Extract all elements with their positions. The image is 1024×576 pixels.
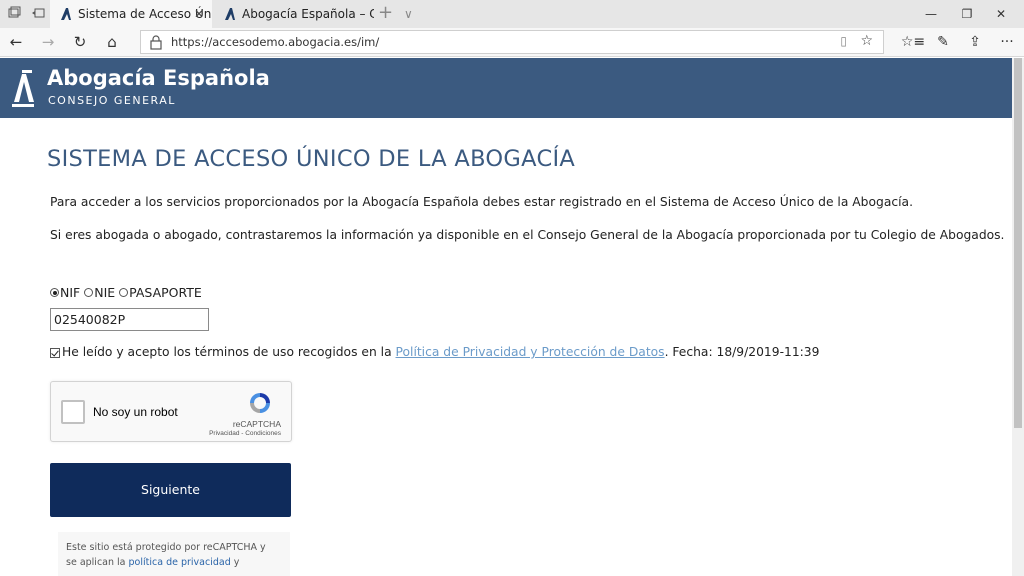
next-button[interactable]: Siguiente (50, 463, 291, 517)
id-type-group: NIF NIE PASAPORTE (50, 284, 202, 300)
radio-nif-label: NIF (60, 285, 81, 300)
tab-sistema-acceso[interactable]: Sistema de Acceso Únic ✕ (50, 0, 212, 28)
recaptcha-widget: No soy un robot reCAPTCHA Privacidad - C… (50, 381, 292, 442)
recaptcha-notice-suffix: y (230, 557, 240, 568)
lawyer-info-paragraph: Si eres abogada o abogado, contrastaremo… (50, 228, 1005, 242)
back-icon[interactable]: ← (0, 28, 32, 56)
terms-row: He leído y acepto los términos de uso re… (50, 345, 819, 359)
radio-nif[interactable] (50, 288, 59, 297)
radio-pasaporte-label: PASAPORTE (129, 285, 202, 300)
window-close-icon[interactable]: ✕ (978, 0, 1024, 28)
tab-bar: Sistema de Acceso Únic ✕ Abogacía Españo… (0, 0, 1024, 28)
brand-title: Abogacía Española (47, 66, 270, 90)
reading-view-icon[interactable]: ▯ (840, 34, 847, 48)
recaptcha-notice: Este sitio está protegido por reCAPTCHA … (58, 532, 290, 576)
radio-pasaporte[interactable] (119, 288, 129, 297)
more-icon[interactable]: ··· (992, 28, 1022, 56)
tab-title: Abogacía Española – Conse (242, 7, 374, 21)
lock-icon (150, 35, 162, 50)
recaptcha-brand: reCAPTCHA (232, 419, 281, 429)
id-number-input[interactable] (50, 308, 209, 331)
tab-close-icon[interactable]: ✕ (194, 0, 204, 28)
new-tab-icon[interactable]: + (378, 0, 393, 26)
privacy-policy-link[interactable]: Política de Privacidad y Protección de D… (396, 345, 665, 359)
web-note-icon[interactable]: ✎ (928, 28, 958, 56)
tab-abogacia-espanola[interactable]: Abogacía Española – Conse (214, 0, 374, 28)
recaptcha-checkbox[interactable] (61, 400, 85, 424)
recaptcha-links[interactable]: Privacidad - Condiciones (209, 430, 281, 437)
recaptcha-label: No soy un robot (93, 405, 178, 419)
page-scrollbar[interactable] (1012, 58, 1024, 576)
tab-dropdown-icon[interactable]: ∨ (404, 0, 413, 28)
intro-paragraph: Para acceder a los servicios proporciona… (50, 195, 913, 209)
brand-subtitle: CONSEJO GENERAL (48, 94, 176, 107)
home-icon[interactable]: ⌂ (96, 28, 128, 56)
recaptcha-notice-prefix: se aplican la (66, 557, 129, 568)
forward-icon[interactable]: → (32, 28, 64, 56)
page-title: SISTEMA DE ACCESO ÚNICO DE LA ABOGACÍA (47, 146, 576, 172)
radio-nie-label: NIE (94, 285, 116, 300)
google-privacy-link[interactable]: política de privacidad (129, 557, 231, 568)
abogacia-favicon-icon (225, 8, 235, 20)
terms-checkbox[interactable] (50, 347, 60, 358)
url-text[interactable]: https://accesodemo.abogacia.es/im/ (171, 31, 379, 53)
page-viewport: Abogacía Española CONSEJO GENERAL SISTEM… (0, 58, 1024, 576)
favorite-star-icon[interactable]: ☆ (860, 33, 873, 49)
recaptcha-notice-line1: Este sitio está protegido por reCAPTCHA … (66, 542, 266, 553)
share-icon[interactable]: ⇪ (960, 28, 990, 56)
terms-suffix: . Fecha: 18/9/2019-11:39 (664, 345, 820, 359)
tab-title: Sistema de Acceso Únic (78, 7, 212, 21)
navigation-bar: ← → ↻ ⌂ https://accesodemo.abogacia.es/i… (0, 28, 1024, 57)
abogacia-favicon-icon (61, 8, 71, 20)
radio-nie[interactable] (84, 288, 94, 297)
recaptcha-logo-icon (250, 393, 270, 413)
favorites-hub-icon[interactable]: ☆≡ (898, 28, 928, 56)
scrollbar-thumb[interactable] (1014, 58, 1022, 428)
refresh-icon[interactable]: ↻ (64, 28, 96, 56)
tab-actions-icon[interactable] (6, 6, 22, 22)
site-header: Abogacía Española CONSEJO GENERAL (0, 58, 1012, 118)
abogacia-logo-icon (12, 70, 34, 107)
set-aside-tabs-icon[interactable] (30, 6, 46, 22)
terms-prefix: He leído y acepto los términos de uso re… (62, 345, 396, 359)
address-bar[interactable]: https://accesodemo.abogacia.es/im/ ▯ ☆ (140, 30, 884, 54)
